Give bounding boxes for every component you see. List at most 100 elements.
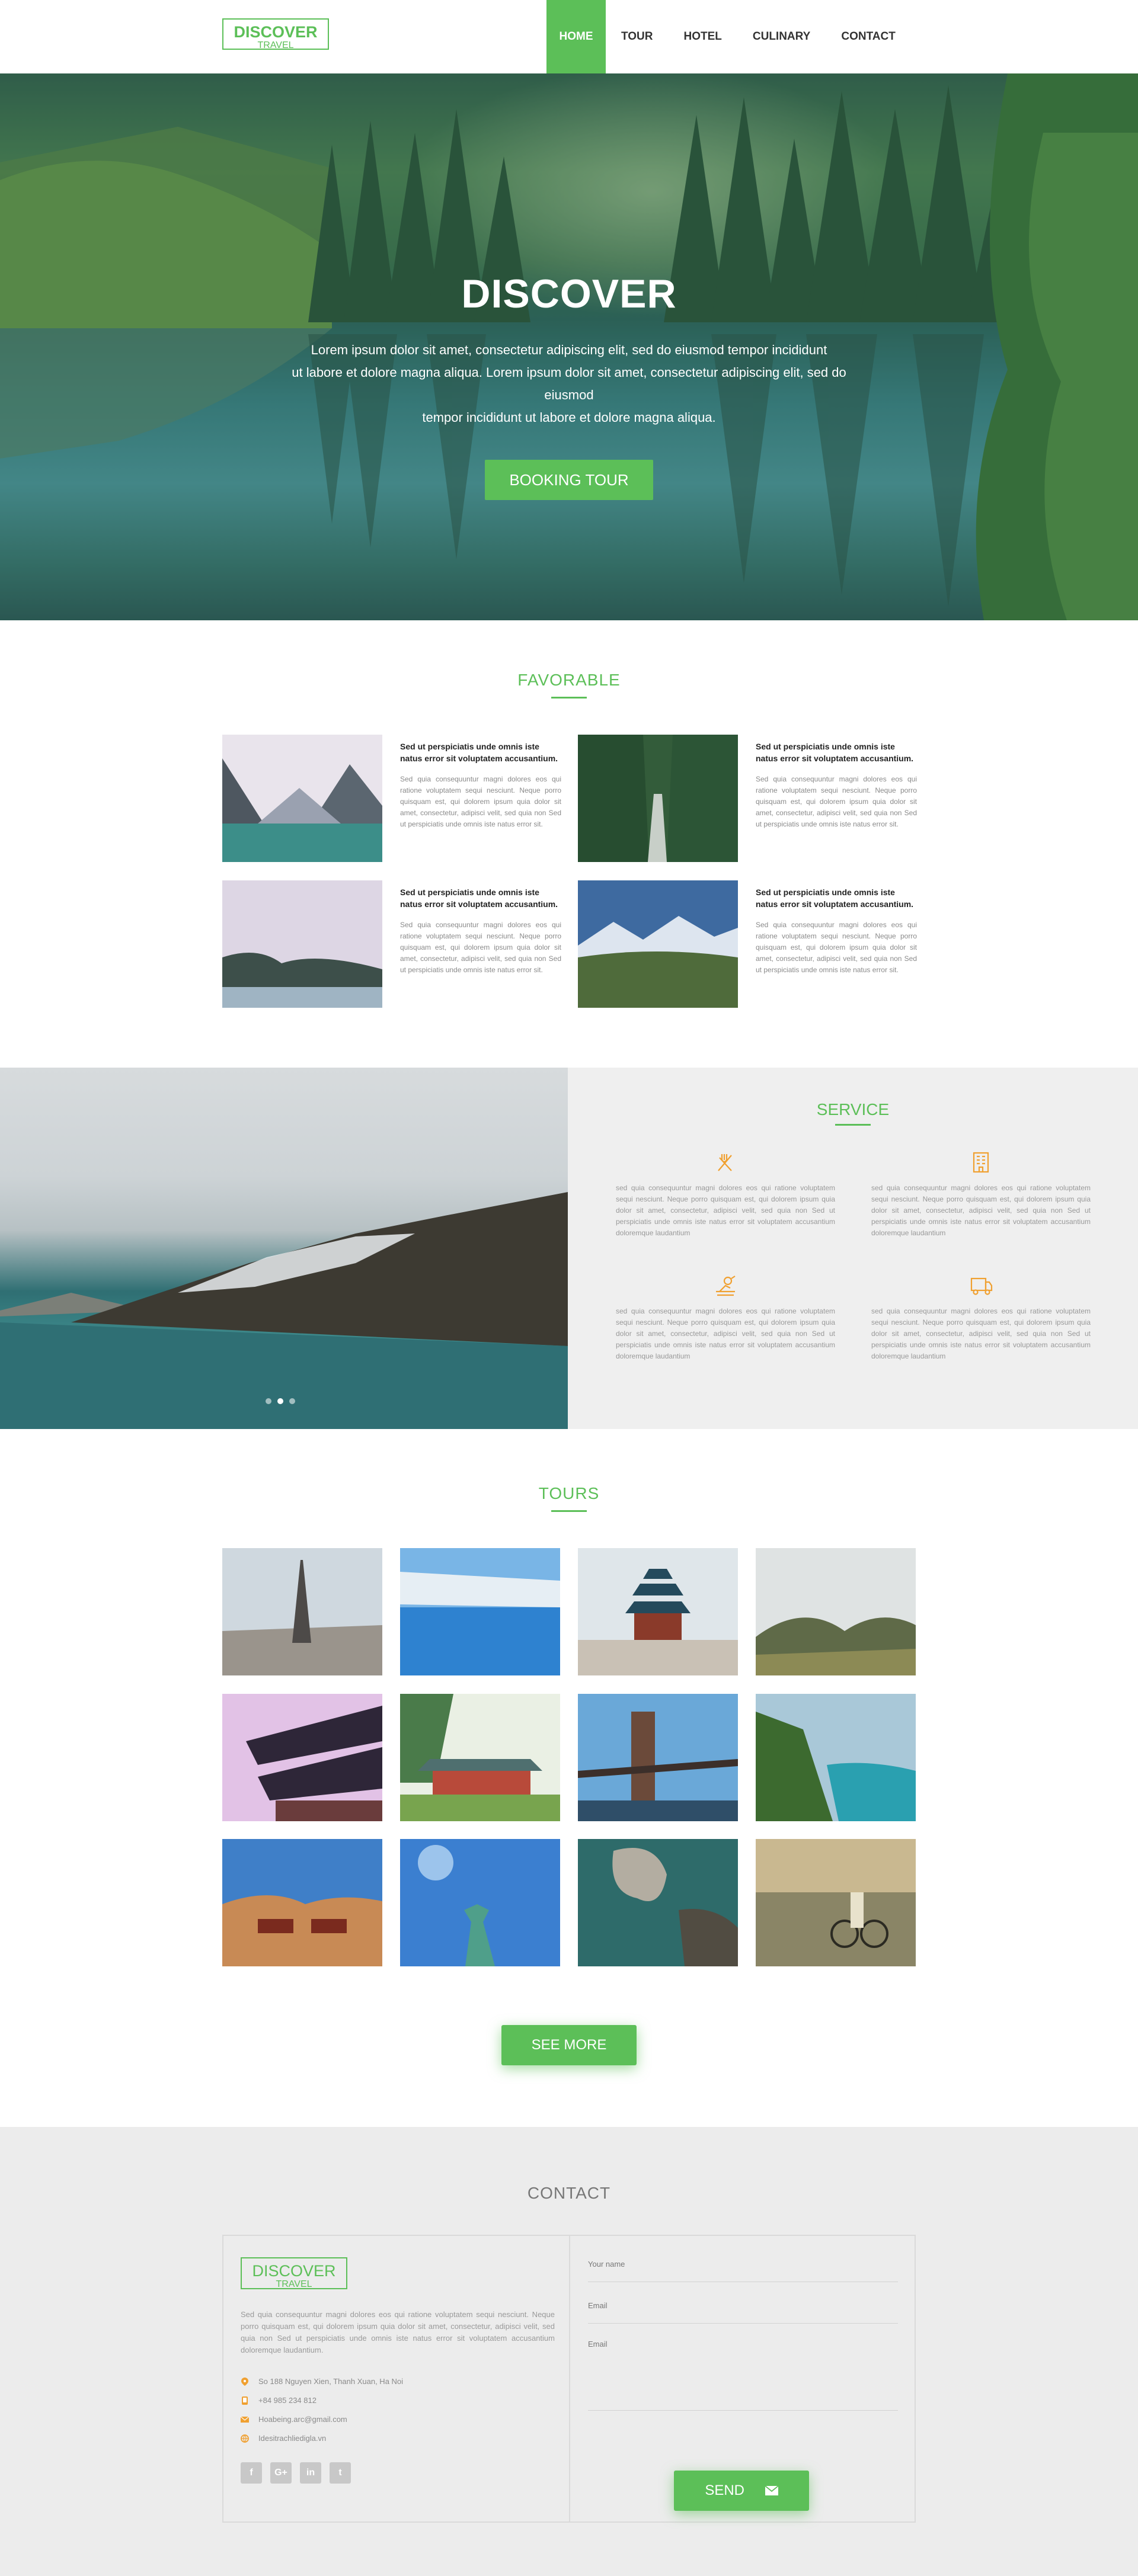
restaurant-icon	[718, 1154, 732, 1171]
transport-icon	[970, 1277, 993, 1295]
service-text-4: sed quia consequuntur magni dolores eos …	[871, 1307, 1091, 1360]
service-panel: SERVICE sed quia consequuntur magni dolo…	[568, 1068, 1138, 1429]
booking-tour-button[interactable]: BOOKING TOUR	[485, 460, 653, 500]
slider-dots	[266, 1398, 295, 1404]
tour-photo-cyclist[interactable]	[756, 1839, 916, 1966]
phone-text[interactable]: +84 985 234 812	[258, 2396, 317, 2405]
slider-dot-1[interactable]	[266, 1398, 271, 1404]
location-pin-icon	[241, 2377, 249, 2386]
hero-line-1: Lorem ipsum dolor sit amet, consectetur …	[311, 342, 827, 357]
contact-divider	[569, 2236, 570, 2521]
travel-guide-icon	[716, 1276, 736, 1296]
site-header: DISCOVER TRAVEL HOME TOUR HOTEL CULINARY…	[0, 0, 1138, 73]
service-text-1: sed quia consequuntur magni dolores eos …	[616, 1184, 835, 1237]
website-text[interactable]: Idesitrachliedigla.vn	[258, 2434, 326, 2443]
page: { "header": { "logo_line1": "DISCOVER", …	[0, 0, 1138, 2576]
logo[interactable]: DISCOVER TRAVEL	[222, 18, 329, 50]
facebook-icon[interactable]: f	[241, 2462, 262, 2484]
tour-photo-temple-of-heaven[interactable]	[578, 1548, 738, 1675]
phone-icon	[241, 2396, 249, 2405]
name-field[interactable]: Your name	[588, 2260, 898, 2282]
service-item-3: sed quia consequuntur magni dolores eos …	[616, 1274, 835, 1362]
favorable-image-mountain-lake[interactable]	[222, 735, 382, 862]
service-slider-image	[0, 1068, 568, 1429]
favorable-heading-2: Sed ut perspiciatis unde omnis iste natu…	[756, 742, 914, 763]
service-underline	[835, 1124, 871, 1126]
message-field[interactable]: Email	[588, 2340, 898, 2411]
social-links: f G+ in t	[241, 2462, 351, 2484]
contact-box: DISCOVER TRAVEL Sed quia consequuntur ma…	[222, 2235, 916, 2523]
nav-tour[interactable]: TOUR	[606, 0, 668, 73]
tour-photo-forest-temple[interactable]	[400, 1694, 560, 1821]
service-text-3: sed quia consequuntur magni dolores eos …	[616, 1307, 835, 1360]
nav-hotel[interactable]: HOTEL	[668, 0, 737, 73]
favorable-body-3: Sed quia consequuntur magni dolores eos …	[400, 921, 561, 974]
nav-home[interactable]: HOME	[546, 0, 606, 73]
favorable-title: FAVORABLE	[517, 671, 621, 689]
send-label: SEND	[705, 2482, 744, 2498]
tours-title: TOURS	[538, 1484, 600, 1502]
hotel-icon	[973, 1152, 989, 1173]
tour-photo-pagoda[interactable]	[222, 1694, 382, 1821]
hero-title: DISCOVER	[461, 271, 677, 316]
favorable-underline	[551, 697, 587, 699]
favorable-body-1: Sed quia consequuntur magni dolores eos …	[400, 775, 561, 828]
tour-photo-desert-jeeps[interactable]	[222, 1839, 382, 1966]
service-item-4: sed quia consequuntur magni dolores eos …	[871, 1274, 1091, 1362]
message-label: Email	[588, 2340, 608, 2348]
tour-photo-misty-mountains[interactable]	[756, 1548, 916, 1675]
mail-icon	[241, 2415, 249, 2424]
tour-photo-bridge[interactable]	[578, 1694, 738, 1821]
contact-description: Sed quia consequuntur magni dolores eos …	[241, 2310, 555, 2354]
email-label: Email	[588, 2301, 608, 2310]
tour-photo-statue-of-liberty[interactable]	[400, 1839, 560, 1966]
globe-icon	[241, 2434, 249, 2443]
favorable-body-4: Sed quia consequuntur magni dolores eos …	[756, 921, 917, 974]
hero-line-3: tempor incididunt ut labore et dolore ma…	[422, 410, 716, 425]
contact-logo-subtitle: TRAVEL	[276, 2279, 312, 2289]
service-title: SERVICE	[816, 1100, 890, 1119]
nav-contact[interactable]: CONTACT	[826, 0, 910, 73]
contact-logo[interactable]: DISCOVER TRAVEL	[241, 2257, 347, 2289]
contact-title: CONTACT	[527, 2184, 611, 2202]
hero-line-2: ut labore et dolore magna aliqua. Lorem …	[292, 365, 846, 402]
nav-culinary[interactable]: CULINARY	[737, 0, 826, 73]
email-text[interactable]: Hoabeing.arc@gmail.com	[258, 2415, 347, 2424]
favorable-image-snowy-range[interactable]	[578, 880, 738, 1008]
contact-phone: +84 985 234 812	[241, 2396, 317, 2405]
main-nav: HOME TOUR HOTEL CULINARY CONTACT	[546, 0, 911, 73]
tours-underline	[551, 1510, 587, 1512]
logo-subtitle: TRAVEL	[257, 40, 294, 50]
service-text-2: sed quia consequuntur magni dolores eos …	[871, 1184, 1091, 1237]
contact-address: So 188 Nguyen Xien, Thanh Xuan, Ha Noi	[241, 2377, 403, 2386]
google-plus-icon[interactable]: G+	[270, 2462, 292, 2484]
favorable-image-forest-path[interactable]	[578, 735, 738, 862]
service-item-1: sed quia consequuntur magni dolores eos …	[616, 1151, 835, 1239]
logo-title: DISCOVER	[234, 23, 318, 41]
see-more-button[interactable]: SEE MORE	[501, 2025, 637, 2065]
twitter-icon[interactable]: t	[330, 2462, 351, 2484]
contact-section: CONTACT DISCOVER TRAVEL Sed quia consequ…	[0, 2127, 1138, 2576]
favorable-heading-4: Sed ut perspiciatis unde omnis iste natu…	[756, 887, 914, 909]
send-button[interactable]: SEND	[674, 2471, 809, 2511]
favorable-heading-1: Sed ut perspiciatis unde omnis iste natu…	[400, 742, 558, 763]
favorable-body-2: Sed quia consequuntur magni dolores eos …	[756, 775, 917, 828]
tour-photo-coastal-rocks[interactable]	[578, 1839, 738, 1966]
name-label: Your name	[588, 2260, 625, 2269]
contact-email: Hoabeing.arc@gmail.com	[241, 2415, 347, 2424]
contact-website: Idesitrachliedigla.vn	[241, 2434, 326, 2443]
slider-dot-2[interactable]	[277, 1398, 283, 1404]
email-field[interactable]: Email	[588, 2301, 898, 2324]
hero-description: Lorem ipsum dolor sit amet, consectetur …	[267, 339, 871, 429]
tour-photo-salt-flat[interactable]	[400, 1548, 560, 1675]
favorable-image-misty-lake[interactable]	[222, 880, 382, 1008]
tour-photo-turquoise-river[interactable]	[756, 1694, 916, 1821]
linkedin-icon[interactable]: in	[300, 2462, 321, 2484]
favorable-heading-3: Sed ut perspiciatis unde omnis iste natu…	[400, 887, 558, 909]
service-item-2: sed quia consequuntur magni dolores eos …	[871, 1151, 1091, 1239]
address-text: So 188 Nguyen Xien, Thanh Xuan, Ha Noi	[258, 2377, 404, 2386]
envelope-icon	[765, 2471, 779, 2511]
slider-dot-3[interactable]	[289, 1398, 295, 1404]
tour-photo-paris[interactable]	[222, 1548, 382, 1675]
hero-banner: DISCOVER Lorem ipsum dolor sit amet, con…	[0, 73, 1138, 620]
